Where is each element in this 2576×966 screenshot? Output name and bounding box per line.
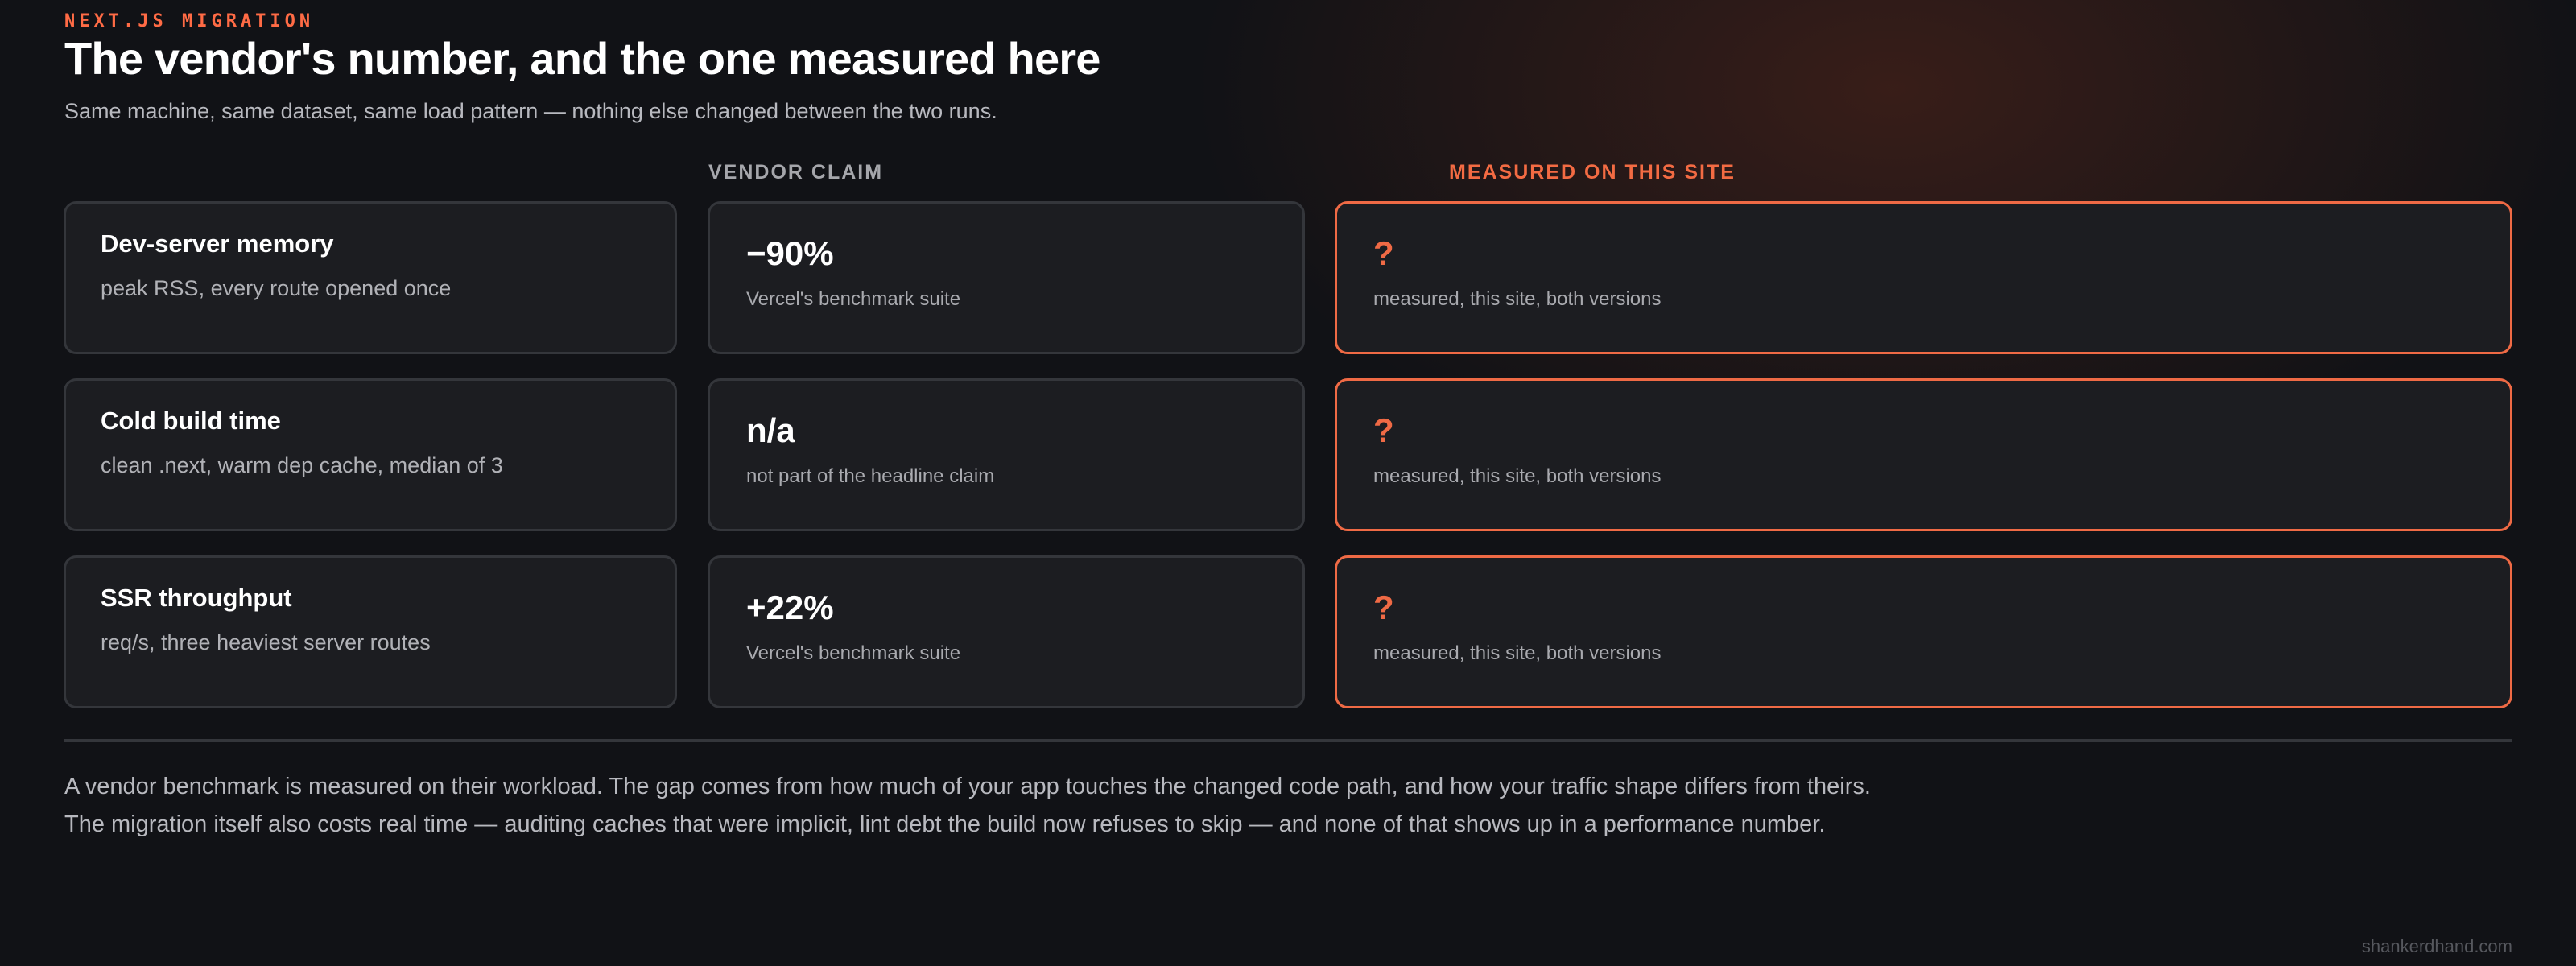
metric-description: req/s, three heaviest server routes [101,630,431,654]
measured-note: measured, this site, both versions [1373,465,1662,487]
vendor-claim-source: Vercel's benchmark suite [746,288,961,310]
measured-value: ? [1373,234,1394,272]
measured-card-ssr-throughput: ? measured, this site, both versions [1335,555,2512,708]
page-subtitle: Same machine, same dataset, same load pa… [64,99,997,123]
measured-note: measured, this site, both versions [1373,288,1662,310]
footnote-line-2: The migration itself also costs real tim… [64,811,1826,837]
vendor-claim-source: Vercel's benchmark suite [746,642,961,664]
measured-value: ? [1373,588,1394,626]
vendor-claim-value: +22% [746,588,834,626]
section-divider [64,739,2512,742]
vendor-claim-value: −90% [746,234,834,272]
metric-description: clean .next, warm dep cache, median of 3 [101,453,503,477]
metric-name: SSR throughput [101,584,292,612]
vendor-claim-value: n/a [746,411,795,449]
site-watermark: shankerdhand.com [2361,936,2512,956]
measured-value: ? [1373,411,1394,449]
metric-card-ssr-throughput: SSR throughput req/s, three heaviest ser… [64,555,677,708]
metric-description: peak RSS, every route opened once [101,276,452,300]
metric-name: Cold build time [101,407,281,435]
metric-card-cold-build-time: Cold build time clean .next, warm dep ca… [64,378,677,531]
eyebrow-label: NEXT.JS MIGRATION [64,11,315,31]
measured-note: measured, this site, both versions [1373,642,1662,664]
footnote-line-1: A vendor benchmark is measured on their … [64,774,1871,799]
measured-column-header: MEASURED ON THIS SITE [1449,161,1736,184]
vendor-claim-card-cold-build-time: n/a not part of the headline claim [708,378,1305,531]
metric-card-dev-server-memory: Dev-server memory peak RSS, every route … [64,201,677,354]
measured-card-cold-build-time: ? measured, this site, both versions [1335,378,2512,531]
vendor-claim-card-ssr-throughput: +22% Vercel's benchmark suite [708,555,1305,708]
vendor-claim-source: not part of the headline claim [746,465,995,487]
vendor-claim-card-dev-server-memory: −90% Vercel's benchmark suite [708,201,1305,354]
measured-card-dev-server-memory: ? measured, this site, both versions [1335,201,2512,354]
vendor-claim-column-header: VENDOR CLAIM [708,161,884,184]
page-title: The vendor's number, and the one measure… [64,33,1100,84]
metric-name: Dev-server memory [101,229,334,258]
